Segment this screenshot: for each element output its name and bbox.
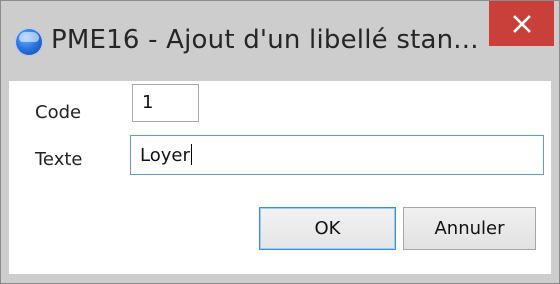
close-icon	[512, 14, 531, 33]
title-bar[interactable]: PME16 - Ajout d'un libellé stan...	[1, 1, 559, 81]
code-field[interactable]: 1	[132, 84, 199, 122]
close-button[interactable]	[489, 1, 554, 46]
texte-label: Texte	[35, 149, 83, 170]
code-label: Code	[35, 102, 82, 123]
dialog-window: PME16 - Ajout d'un libellé stan... Code …	[0, 0, 560, 284]
texte-value: Loyer	[140, 145, 190, 166]
code-value: 1	[142, 92, 154, 113]
ok-button[interactable]: OK	[259, 207, 396, 250]
dialog-body: Code 1 Texte Loyer OK Annuler	[9, 81, 551, 274]
text-caret	[190, 144, 192, 165]
app-sphere-icon	[15, 28, 43, 56]
window-title: PME16 - Ajout d'un libellé stan...	[51, 25, 479, 55]
texte-field[interactable]: Loyer	[130, 135, 544, 175]
cancel-button[interactable]: Annuler	[403, 207, 536, 250]
